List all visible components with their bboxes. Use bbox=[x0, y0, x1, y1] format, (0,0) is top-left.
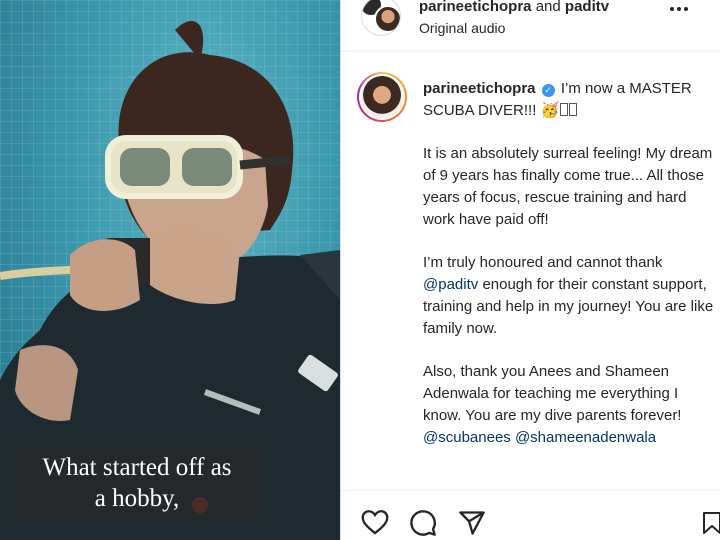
post-details-panel: parineetichopra and paditv Original audi… bbox=[341, 0, 720, 540]
caption-line-1: What started off as bbox=[42, 454, 232, 481]
video-caption: What started off as a hobby, bbox=[14, 446, 260, 522]
caption-headline: parineetichopra ✓ I’m now a MASTER SCUBA… bbox=[423, 78, 719, 122]
party-emoji: 🥳 bbox=[540, 101, 560, 119]
post-header: parineetichopra and paditv Original audi… bbox=[341, 0, 720, 52]
paragraph-3-text: Also, thank you Anees and Shameen Adenwa… bbox=[423, 363, 682, 424]
caption-paragraph-2: I’m truly honoured and cannot thank @pad… bbox=[423, 252, 719, 339]
header-conjunction: and bbox=[535, 0, 561, 15]
post-video[interactable]: What started off as a hobby, bbox=[0, 0, 340, 540]
heart-icon[interactable] bbox=[361, 509, 389, 535]
caption-line-2: a hobby, bbox=[94, 485, 180, 512]
author-avatar bbox=[374, 5, 400, 33]
header-username-link[interactable]: parineetichopra bbox=[419, 0, 532, 15]
missing-glyph-icon bbox=[560, 102, 569, 116]
audio-link[interactable]: Original audio bbox=[419, 20, 505, 36]
post-header-title: parineetichopra and paditv bbox=[419, 0, 609, 15]
share-icon[interactable] bbox=[458, 509, 486, 537]
avatar bbox=[361, 76, 403, 118]
mention-shameenadenwala[interactable]: @shameenadenwala bbox=[515, 429, 656, 446]
mention-paditv[interactable]: @paditv bbox=[423, 276, 478, 293]
header-collaborator-link[interactable]: paditv bbox=[565, 0, 609, 15]
paragraph-2-text: I’m truly honoured and cannot thank bbox=[423, 254, 663, 272]
caption-paragraph-1: It is an absolutely surreal feeling! My … bbox=[423, 145, 713, 228]
caption-paragraph-3: Also, thank you Anees and Shameen Adenwa… bbox=[423, 361, 719, 448]
bookmark-icon[interactable] bbox=[701, 509, 720, 537]
caption-text: parineetichopra ✓ I’m now a MASTER SCUBA… bbox=[423, 78, 719, 449]
author-story-avatar[interactable] bbox=[357, 72, 407, 122]
missing-glyph-icon bbox=[569, 102, 578, 116]
post-actions-bar bbox=[341, 490, 720, 540]
comment-icon[interactable] bbox=[409, 509, 437, 537]
caption-author-link[interactable]: parineetichopra bbox=[423, 80, 536, 97]
more-icon[interactable] bbox=[670, 2, 692, 16]
verified-icon: ✓ bbox=[541, 84, 555, 97]
collab-avatars[interactable] bbox=[361, 0, 401, 36]
mention-scubanees[interactable]: @scubanees bbox=[423, 429, 511, 446]
